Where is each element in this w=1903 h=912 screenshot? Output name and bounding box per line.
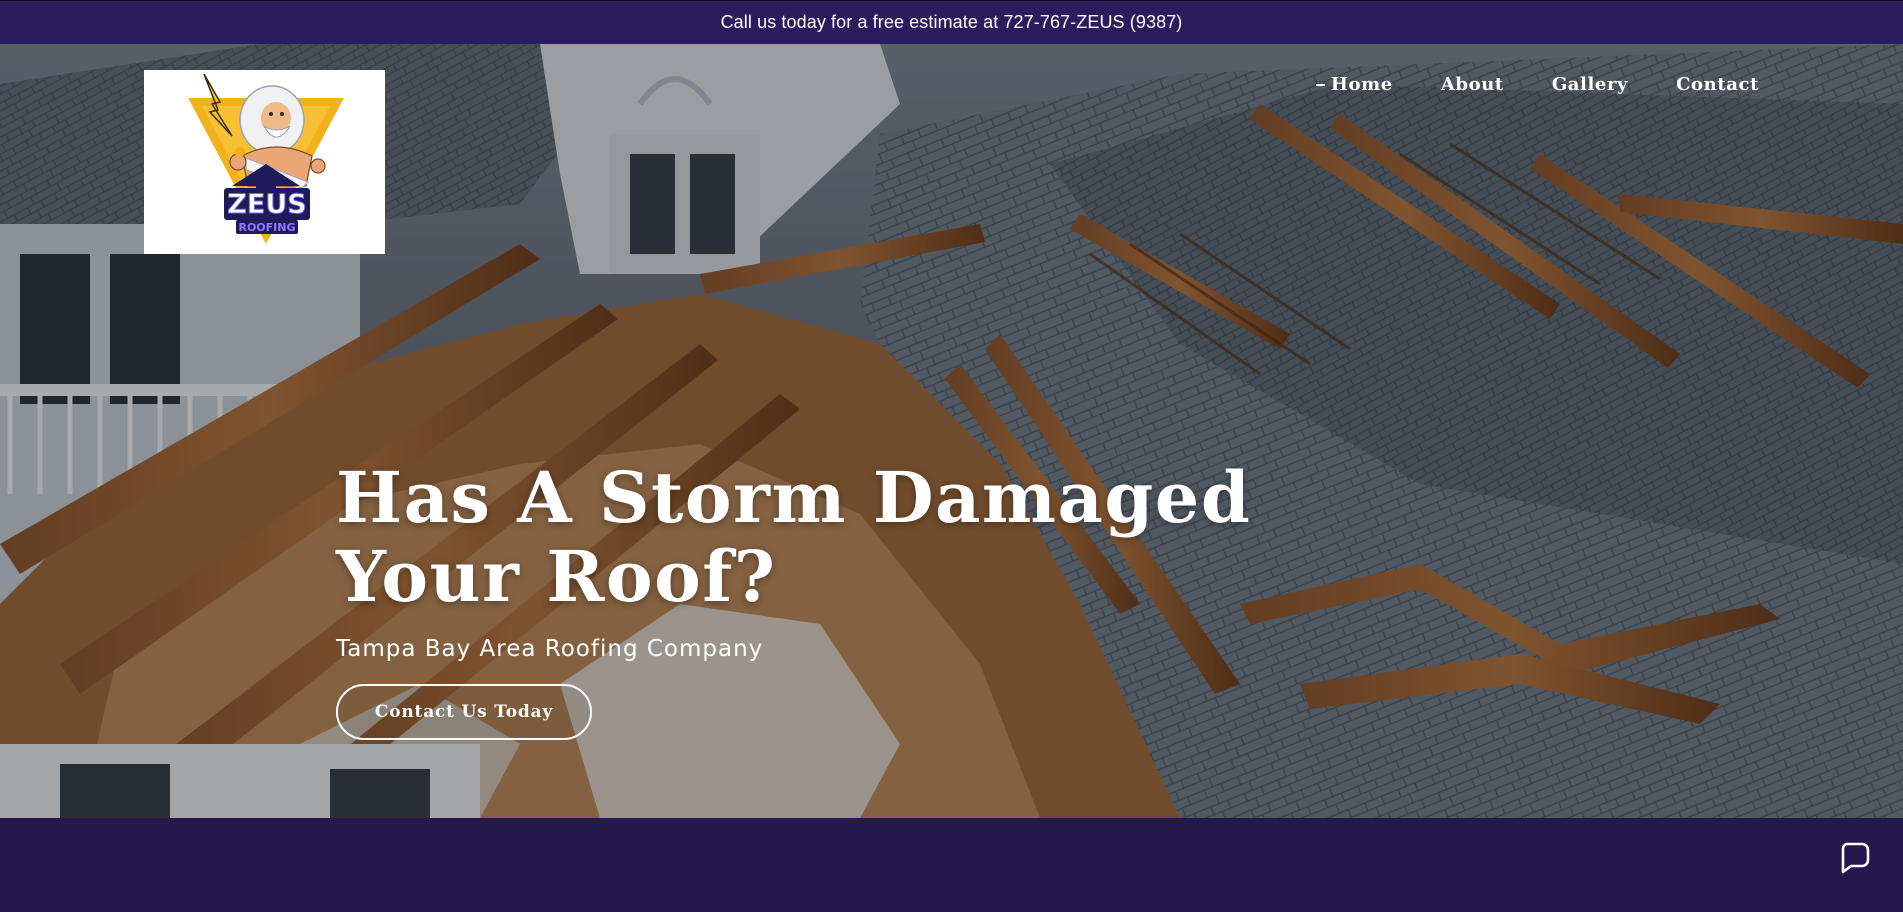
nav-item-about[interactable]: About xyxy=(1441,74,1504,95)
logo-tagline: ROOFING xyxy=(238,221,295,234)
nav-item-contact[interactable]: Contact xyxy=(1676,74,1759,95)
hero-section: ZEUS ROOFING Home About Gallery Contact … xyxy=(0,44,1903,818)
announcement-bar: Call us today for a free estimate at 727… xyxy=(0,0,1903,44)
nav-item-gallery[interactable]: Gallery xyxy=(1552,74,1628,95)
zeus-roofing-logo[interactable]: ZEUS ROOFING xyxy=(144,70,385,254)
nav-item-label: About xyxy=(1440,74,1504,95)
hero-content: Has A Storm Damaged Your Roof? Tampa Bay… xyxy=(336,458,1436,740)
chat-bubble-icon xyxy=(1841,842,1870,874)
active-indicator xyxy=(1315,83,1325,86)
contact-us-today-button[interactable]: Contact Us Today xyxy=(336,684,592,740)
main-navigation: Home About Gallery Contact xyxy=(1315,74,1759,95)
announcement-text: Call us today for a free estimate at 727… xyxy=(720,12,1183,32)
hero-subtitle: Tampa Bay Area Roofing Company xyxy=(336,636,764,662)
hero-title: Has A Storm Damaged Your Roof? xyxy=(336,456,1252,618)
chat-widget-button[interactable] xyxy=(1826,830,1882,886)
nav-item-label: Home xyxy=(1330,74,1393,95)
page: Call us today for a free estimate at 727… xyxy=(0,0,1903,912)
logo-wordmark: ZEUS xyxy=(227,189,306,220)
nav-item-home[interactable]: Home xyxy=(1315,74,1393,95)
nav-item-label: Gallery xyxy=(1551,74,1629,95)
nav-item-label: Contact xyxy=(1676,74,1759,95)
zeus-mascot-logo-image: ZEUS ROOFING xyxy=(187,74,344,244)
footer-band xyxy=(0,818,1903,912)
